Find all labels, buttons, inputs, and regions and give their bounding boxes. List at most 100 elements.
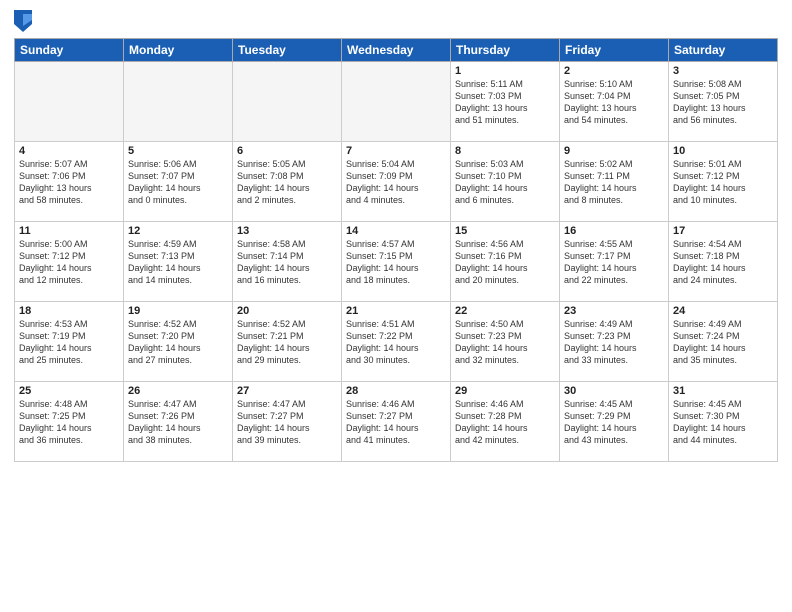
calendar-week-row: 18Sunrise: 4:53 AM Sunset: 7:19 PM Dayli…: [15, 302, 778, 382]
page: SundayMondayTuesdayWednesdayThursdayFrid…: [0, 0, 792, 612]
calendar-cell: 27Sunrise: 4:47 AM Sunset: 7:27 PM Dayli…: [233, 382, 342, 462]
calendar-cell: [15, 62, 124, 142]
day-number: 4: [19, 145, 119, 157]
calendar-cell: 11Sunrise: 5:00 AM Sunset: 7:12 PM Dayli…: [15, 222, 124, 302]
day-number: 5: [128, 145, 228, 157]
day-info: Sunrise: 4:50 AM Sunset: 7:23 PM Dayligh…: [455, 318, 555, 367]
day-number: 1: [455, 65, 555, 77]
day-number: 26: [128, 385, 228, 397]
day-info: Sunrise: 4:45 AM Sunset: 7:29 PM Dayligh…: [564, 398, 664, 447]
calendar-cell: 14Sunrise: 4:57 AM Sunset: 7:15 PM Dayli…: [342, 222, 451, 302]
calendar-cell: 17Sunrise: 4:54 AM Sunset: 7:18 PM Dayli…: [669, 222, 778, 302]
day-info: Sunrise: 4:57 AM Sunset: 7:15 PM Dayligh…: [346, 238, 446, 287]
day-info: Sunrise: 4:52 AM Sunset: 7:21 PM Dayligh…: [237, 318, 337, 367]
day-info: Sunrise: 4:47 AM Sunset: 7:26 PM Dayligh…: [128, 398, 228, 447]
day-number: 18: [19, 305, 119, 317]
header: [14, 10, 778, 32]
day-number: 9: [564, 145, 664, 157]
day-info: Sunrise: 4:56 AM Sunset: 7:16 PM Dayligh…: [455, 238, 555, 287]
calendar-cell: 16Sunrise: 4:55 AM Sunset: 7:17 PM Dayli…: [560, 222, 669, 302]
calendar-week-row: 11Sunrise: 5:00 AM Sunset: 7:12 PM Dayli…: [15, 222, 778, 302]
weekday-header: Sunday: [15, 39, 124, 62]
calendar-cell: 2Sunrise: 5:10 AM Sunset: 7:04 PM Daylig…: [560, 62, 669, 142]
day-number: 27: [237, 385, 337, 397]
day-number: 7: [346, 145, 446, 157]
day-number: 11: [19, 225, 119, 237]
calendar-week-row: 1Sunrise: 5:11 AM Sunset: 7:03 PM Daylig…: [15, 62, 778, 142]
day-info: Sunrise: 4:54 AM Sunset: 7:18 PM Dayligh…: [673, 238, 773, 287]
calendar-cell: 15Sunrise: 4:56 AM Sunset: 7:16 PM Dayli…: [451, 222, 560, 302]
calendar-cell: 22Sunrise: 4:50 AM Sunset: 7:23 PM Dayli…: [451, 302, 560, 382]
day-number: 16: [564, 225, 664, 237]
logo: [14, 10, 35, 32]
day-number: 30: [564, 385, 664, 397]
day-number: 22: [455, 305, 555, 317]
day-info: Sunrise: 4:45 AM Sunset: 7:30 PM Dayligh…: [673, 398, 773, 447]
calendar-cell: [342, 62, 451, 142]
day-info: Sunrise: 4:49 AM Sunset: 7:23 PM Dayligh…: [564, 318, 664, 367]
day-info: Sunrise: 5:05 AM Sunset: 7:08 PM Dayligh…: [237, 158, 337, 207]
day-info: Sunrise: 4:48 AM Sunset: 7:25 PM Dayligh…: [19, 398, 119, 447]
day-info: Sunrise: 4:58 AM Sunset: 7:14 PM Dayligh…: [237, 238, 337, 287]
weekday-header: Saturday: [669, 39, 778, 62]
day-info: Sunrise: 4:53 AM Sunset: 7:19 PM Dayligh…: [19, 318, 119, 367]
weekday-header: Tuesday: [233, 39, 342, 62]
calendar-cell: 28Sunrise: 4:46 AM Sunset: 7:27 PM Dayli…: [342, 382, 451, 462]
day-info: Sunrise: 5:02 AM Sunset: 7:11 PM Dayligh…: [564, 158, 664, 207]
calendar-cell: 8Sunrise: 5:03 AM Sunset: 7:10 PM Daylig…: [451, 142, 560, 222]
day-info: Sunrise: 4:51 AM Sunset: 7:22 PM Dayligh…: [346, 318, 446, 367]
day-number: 13: [237, 225, 337, 237]
day-info: Sunrise: 5:08 AM Sunset: 7:05 PM Dayligh…: [673, 78, 773, 127]
day-number: 3: [673, 65, 773, 77]
day-number: 29: [455, 385, 555, 397]
day-info: Sunrise: 5:03 AM Sunset: 7:10 PM Dayligh…: [455, 158, 555, 207]
calendar-table: SundayMondayTuesdayWednesdayThursdayFrid…: [14, 38, 778, 462]
day-info: Sunrise: 5:10 AM Sunset: 7:04 PM Dayligh…: [564, 78, 664, 127]
calendar-cell: 23Sunrise: 4:49 AM Sunset: 7:23 PM Dayli…: [560, 302, 669, 382]
day-info: Sunrise: 4:46 AM Sunset: 7:27 PM Dayligh…: [346, 398, 446, 447]
day-number: 15: [455, 225, 555, 237]
calendar-cell: 30Sunrise: 4:45 AM Sunset: 7:29 PM Dayli…: [560, 382, 669, 462]
calendar-cell: 3Sunrise: 5:08 AM Sunset: 7:05 PM Daylig…: [669, 62, 778, 142]
day-info: Sunrise: 4:59 AM Sunset: 7:13 PM Dayligh…: [128, 238, 228, 287]
day-number: 28: [346, 385, 446, 397]
day-info: Sunrise: 4:46 AM Sunset: 7:28 PM Dayligh…: [455, 398, 555, 447]
day-number: 20: [237, 305, 337, 317]
day-info: Sunrise: 4:52 AM Sunset: 7:20 PM Dayligh…: [128, 318, 228, 367]
day-number: 8: [455, 145, 555, 157]
day-info: Sunrise: 4:49 AM Sunset: 7:24 PM Dayligh…: [673, 318, 773, 367]
day-number: 17: [673, 225, 773, 237]
weekday-header-row: SundayMondayTuesdayWednesdayThursdayFrid…: [15, 39, 778, 62]
calendar-cell: 24Sunrise: 4:49 AM Sunset: 7:24 PM Dayli…: [669, 302, 778, 382]
day-number: 19: [128, 305, 228, 317]
calendar-cell: 13Sunrise: 4:58 AM Sunset: 7:14 PM Dayli…: [233, 222, 342, 302]
calendar-week-row: 4Sunrise: 5:07 AM Sunset: 7:06 PM Daylig…: [15, 142, 778, 222]
day-number: 31: [673, 385, 773, 397]
day-number: 12: [128, 225, 228, 237]
calendar-cell: 5Sunrise: 5:06 AM Sunset: 7:07 PM Daylig…: [124, 142, 233, 222]
logo-icon: [14, 10, 32, 32]
day-info: Sunrise: 5:07 AM Sunset: 7:06 PM Dayligh…: [19, 158, 119, 207]
day-info: Sunrise: 5:11 AM Sunset: 7:03 PM Dayligh…: [455, 78, 555, 127]
calendar-cell: 12Sunrise: 4:59 AM Sunset: 7:13 PM Dayli…: [124, 222, 233, 302]
calendar-cell: 20Sunrise: 4:52 AM Sunset: 7:21 PM Dayli…: [233, 302, 342, 382]
weekday-header: Monday: [124, 39, 233, 62]
day-info: Sunrise: 5:00 AM Sunset: 7:12 PM Dayligh…: [19, 238, 119, 287]
day-number: 14: [346, 225, 446, 237]
day-number: 21: [346, 305, 446, 317]
calendar-cell: 6Sunrise: 5:05 AM Sunset: 7:08 PM Daylig…: [233, 142, 342, 222]
calendar-cell: [124, 62, 233, 142]
day-number: 10: [673, 145, 773, 157]
calendar-cell: 31Sunrise: 4:45 AM Sunset: 7:30 PM Dayli…: [669, 382, 778, 462]
calendar-cell: 1Sunrise: 5:11 AM Sunset: 7:03 PM Daylig…: [451, 62, 560, 142]
day-number: 23: [564, 305, 664, 317]
day-number: 6: [237, 145, 337, 157]
weekday-header: Friday: [560, 39, 669, 62]
calendar-cell: 7Sunrise: 5:04 AM Sunset: 7:09 PM Daylig…: [342, 142, 451, 222]
day-info: Sunrise: 4:55 AM Sunset: 7:17 PM Dayligh…: [564, 238, 664, 287]
calendar-week-row: 25Sunrise: 4:48 AM Sunset: 7:25 PM Dayli…: [15, 382, 778, 462]
day-info: Sunrise: 5:04 AM Sunset: 7:09 PM Dayligh…: [346, 158, 446, 207]
calendar-cell: 25Sunrise: 4:48 AM Sunset: 7:25 PM Dayli…: [15, 382, 124, 462]
day-info: Sunrise: 5:01 AM Sunset: 7:12 PM Dayligh…: [673, 158, 773, 207]
calendar-cell: 9Sunrise: 5:02 AM Sunset: 7:11 PM Daylig…: [560, 142, 669, 222]
